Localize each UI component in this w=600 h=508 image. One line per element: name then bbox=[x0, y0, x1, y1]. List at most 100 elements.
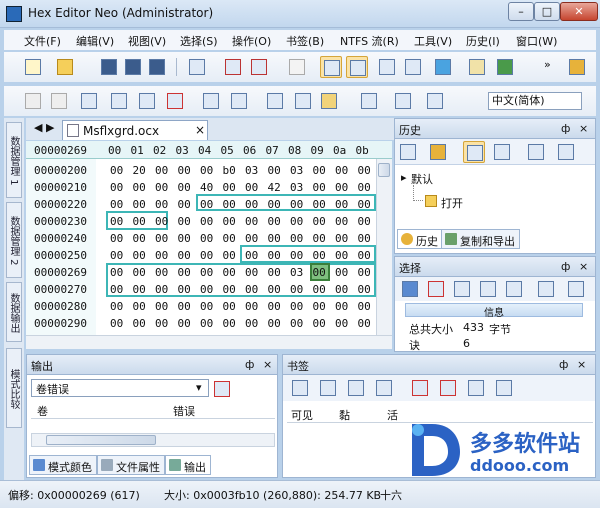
hex-byte-cell[interactable]: 40 bbox=[200, 181, 213, 194]
hex-byte-cell[interactable]: 00 bbox=[110, 198, 123, 211]
hex-byte-cell[interactable]: 00 bbox=[133, 266, 146, 279]
hex-byte-cell[interactable]: 00 bbox=[268, 300, 281, 313]
hex-byte-cell[interactable]: 00 bbox=[223, 317, 236, 330]
pin-icon[interactable]: ф bbox=[561, 122, 570, 135]
save-as-button[interactable] bbox=[122, 56, 144, 78]
hex-byte-cell[interactable]: 00 bbox=[110, 317, 123, 330]
bookmark-next-button[interactable] bbox=[345, 377, 367, 399]
hex-byte-cell[interactable]: 00 bbox=[335, 232, 348, 245]
hex-byte-cell[interactable]: 00 bbox=[358, 266, 371, 279]
menu-ntfs-streams[interactable]: NTFS 流(R) bbox=[340, 33, 399, 49]
sidebar-tab-pattern-compare[interactable]: 模式比较 bbox=[6, 348, 22, 428]
menu-bookmarks[interactable]: 书签(B) bbox=[286, 33, 324, 49]
menu-history[interactable]: 历史(I) bbox=[466, 33, 500, 49]
hex-byte-cell[interactable]: 03 bbox=[245, 164, 258, 177]
hex-byte-cell[interactable]: 00 bbox=[335, 317, 348, 330]
close-panel-icon[interactable]: × bbox=[579, 122, 588, 135]
save-all-button[interactable] bbox=[146, 56, 168, 78]
ruler-button[interactable] bbox=[318, 90, 340, 112]
tab-history[interactable]: 历史 bbox=[397, 229, 443, 249]
hex-byte-cell[interactable]: 00 bbox=[110, 266, 123, 279]
paste-button[interactable] bbox=[136, 90, 158, 112]
hex-byte-cell[interactable]: 00 bbox=[358, 232, 371, 245]
columns-dropdown-button[interactable] bbox=[402, 56, 424, 78]
hex-byte-cell[interactable]: 00 bbox=[290, 317, 303, 330]
hex-byte-cell[interactable]: 00 bbox=[110, 164, 123, 177]
scroll-thumb[interactable] bbox=[378, 163, 390, 177]
select-check-button[interactable] bbox=[535, 278, 557, 300]
history-clear-button[interactable] bbox=[555, 141, 577, 163]
hex-byte-cell[interactable]: 00 bbox=[223, 266, 236, 279]
hex-byte-cell[interactable]: 00 bbox=[358, 283, 371, 296]
hex-byte-cell[interactable]: 00 bbox=[155, 215, 168, 228]
find-button[interactable] bbox=[358, 90, 380, 112]
hex-byte-cell[interactable]: 00 bbox=[178, 232, 191, 245]
hex-byte-cell[interactable]: 00 bbox=[155, 283, 168, 296]
hex-byte-cell[interactable]: 00 bbox=[133, 181, 146, 194]
hex-byte-cell[interactable]: 00 bbox=[223, 198, 236, 211]
insert-button[interactable] bbox=[228, 90, 250, 112]
hex-byte-cell[interactable]: 42 bbox=[268, 181, 281, 194]
hex-byte-cell[interactable]: 00 bbox=[313, 232, 326, 245]
hex-byte-cell[interactable]: 00 bbox=[200, 215, 213, 228]
hex-byte-cell[interactable]: 00 bbox=[335, 249, 348, 262]
monitor-button[interactable] bbox=[432, 56, 454, 78]
hex-byte-cell[interactable]: 00 bbox=[200, 266, 213, 279]
hex-byte-cell[interactable]: 00 bbox=[178, 198, 191, 211]
hex-byte-cell[interactable]: 00 bbox=[155, 317, 168, 330]
pattern-button[interactable] bbox=[392, 90, 414, 112]
select-invert-button[interactable] bbox=[451, 278, 473, 300]
hex-byte-cell[interactable]: b0 bbox=[223, 164, 236, 177]
hex-byte-cell[interactable]: 00 bbox=[358, 300, 371, 313]
hex-byte-cell[interactable]: 00 bbox=[268, 164, 281, 177]
hex-byte-cell[interactable]: 03 bbox=[290, 164, 303, 177]
tab-output[interactable]: 输出 bbox=[165, 455, 211, 475]
hex-byte-cell[interactable]: 00 bbox=[313, 164, 326, 177]
menu-operations[interactable]: 操作(O) bbox=[232, 33, 271, 49]
close-doc-button[interactable] bbox=[222, 56, 244, 78]
close-button[interactable]: ✕ bbox=[560, 2, 598, 21]
hex-byte-cell[interactable]: 00 bbox=[245, 181, 258, 194]
hex-view-button[interactable] bbox=[320, 56, 342, 78]
hex-byte-cell[interactable]: 00 bbox=[133, 317, 146, 330]
refresh-button[interactable] bbox=[286, 56, 308, 78]
hex-byte-cell[interactable]: 00 bbox=[290, 215, 303, 228]
hex-byte-cell[interactable]: 00 bbox=[335, 215, 348, 228]
hex-byte-cell[interactable]: 00 bbox=[313, 198, 326, 211]
hex-byte-cell[interactable]: 00 bbox=[155, 300, 168, 313]
tool-button[interactable] bbox=[424, 90, 446, 112]
hex-byte-cell[interactable]: 00 bbox=[290, 232, 303, 245]
edit-button[interactable] bbox=[78, 90, 100, 112]
hex-horizontal-scrollbar[interactable] bbox=[26, 335, 392, 349]
hex-byte-cell[interactable]: 00 bbox=[223, 300, 236, 313]
clear-output-button[interactable] bbox=[211, 378, 233, 400]
hex-byte-cell[interactable]: 00 bbox=[268, 266, 281, 279]
hex-byte-cell[interactable]: 00 bbox=[155, 164, 168, 177]
select-export-button[interactable] bbox=[565, 278, 587, 300]
hex-byte-cell[interactable]: 00 bbox=[178, 249, 191, 262]
hex-grid[interactable]: 00000200 00 20 00 00 00 b0 03 00 03 00 00 00 00000210… bbox=[26, 159, 376, 335]
mail-button[interactable] bbox=[466, 56, 488, 78]
bookmark-export-button[interactable] bbox=[465, 377, 487, 399]
close-all-button[interactable] bbox=[248, 56, 270, 78]
hex-byte-cell[interactable]: 00 bbox=[155, 266, 168, 279]
hex-byte-cell[interactable]: 00 bbox=[290, 249, 303, 262]
hex-byte-cell[interactable]: 00 bbox=[313, 266, 326, 279]
history-apply-button[interactable] bbox=[525, 141, 547, 163]
hex-byte-cell[interactable]: 00 bbox=[178, 317, 191, 330]
close-panel-icon[interactable]: × bbox=[577, 358, 586, 371]
hex-byte-cell[interactable]: 00 bbox=[110, 232, 123, 245]
modify-button[interactable] bbox=[200, 90, 222, 112]
bookmark-delete-button[interactable] bbox=[409, 377, 431, 399]
hex-byte-cell[interactable]: 00 bbox=[268, 232, 281, 245]
hex-byte-cell[interactable]: 00 bbox=[133, 215, 146, 228]
hex-byte-cell[interactable]: 00 bbox=[110, 283, 123, 296]
undo-button[interactable] bbox=[22, 90, 44, 112]
hex-byte-cell[interactable]: 00 bbox=[223, 249, 236, 262]
hex-byte-cell[interactable]: 00 bbox=[245, 232, 258, 245]
hex-byte-cell[interactable]: 00 bbox=[245, 198, 258, 211]
sidebar-tab-data-2[interactable]: 数据管理 2 bbox=[6, 202, 22, 278]
history-open-item[interactable]: 打开 bbox=[441, 195, 463, 211]
tab-next-arrow-icon[interactable]: ▶ bbox=[46, 121, 54, 134]
hex-byte-cell[interactable]: 00 bbox=[245, 283, 258, 296]
